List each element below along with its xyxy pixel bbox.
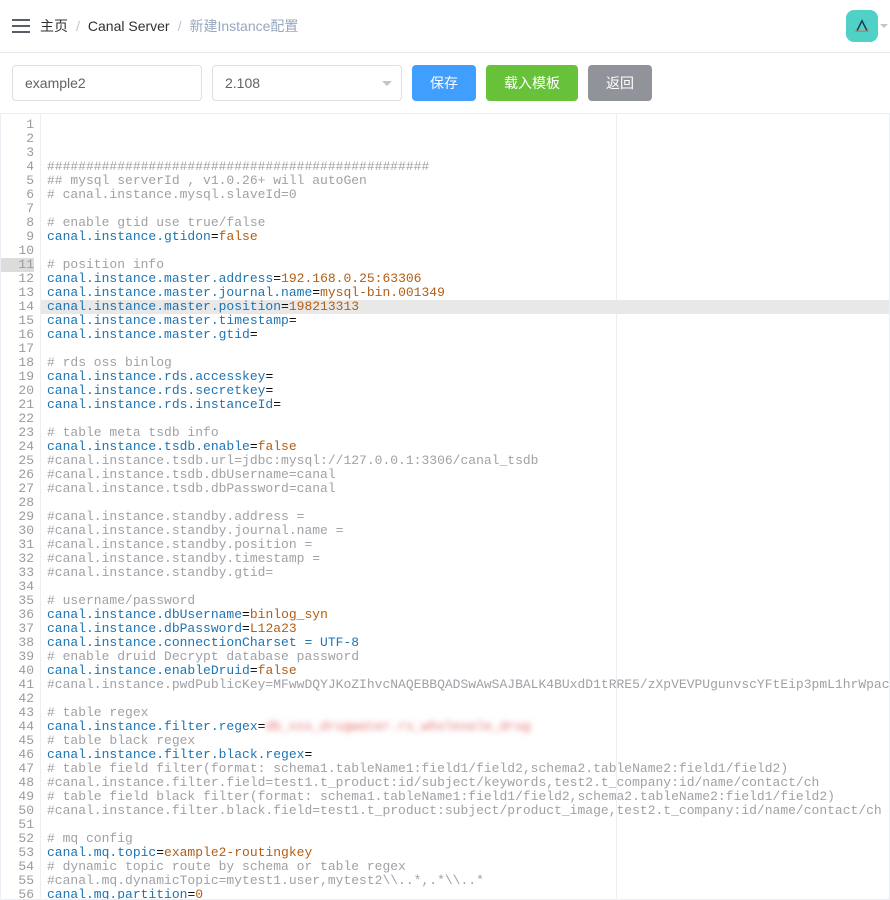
code-line[interactable] — [47, 692, 889, 706]
breadcrumb: 主页 / Canal Server / 新建Instance配置 — [40, 16, 298, 36]
code-line[interactable] — [47, 496, 889, 510]
code-line[interactable]: ########################################… — [47, 160, 889, 174]
code-line[interactable]: canal.instance.master.address=192.168.0.… — [47, 272, 889, 286]
code-line[interactable]: #canal.instance.standby.timestamp = — [47, 552, 889, 566]
code-line[interactable]: # username/password — [47, 594, 889, 608]
code-line[interactable]: # table regex — [47, 706, 889, 720]
code-line[interactable]: #canal.instance.standby.address = — [47, 510, 889, 524]
code-line[interactable]: canal.instance.master.position=198213313 — [41, 300, 889, 314]
editor-gutter: 1234567891011121314151617181920212223242… — [1, 114, 41, 899]
code-line[interactable]: canal.instance.rds.instanceId= — [47, 398, 889, 412]
code-line[interactable]: #canal.instance.standby.gtid= — [47, 566, 889, 580]
breadcrumb-home[interactable]: 主页 — [40, 16, 68, 36]
code-line[interactable]: canal.mq.topic=example2-routingkey — [47, 846, 889, 860]
code-line[interactable]: canal.mq.partition=0 — [47, 888, 889, 899]
user-badge[interactable] — [846, 10, 878, 42]
code-line[interactable] — [47, 580, 889, 594]
editor-content[interactable]: ########################################… — [41, 114, 889, 899]
code-editor[interactable]: 1234567891011121314151617181920212223242… — [0, 114, 890, 900]
code-line[interactable]: canal.instance.tsdb.enable=false — [47, 440, 889, 454]
instance-name-input[interactable] — [12, 65, 202, 101]
save-button[interactable]: 保存 — [412, 65, 476, 101]
breadcrumb-sep: / — [178, 18, 182, 34]
code-line[interactable]: # enable druid Decrypt database password — [47, 650, 889, 664]
code-line[interactable]: canal.instance.master.timestamp= — [47, 314, 889, 328]
code-line[interactable]: canal.instance.connectionCharset = UTF-8 — [47, 636, 889, 650]
code-line[interactable]: #canal.instance.filter.black.field=test1… — [47, 804, 889, 818]
code-line[interactable]: canal.instance.gtidon=false — [47, 230, 889, 244]
code-line[interactable] — [47, 202, 889, 216]
code-line[interactable]: # position info — [47, 258, 889, 272]
code-line[interactable]: canal.instance.dbUsername=binlog_syn — [47, 608, 889, 622]
code-line[interactable]: canal.instance.dbPassword=L12a23 — [47, 622, 889, 636]
back-button[interactable]: 返回 — [588, 65, 652, 101]
code-line[interactable]: canal.instance.enableDruid=false — [47, 664, 889, 678]
breadcrumb-sep: / — [76, 18, 80, 34]
code-line[interactable]: #canal.instance.standby.position = — [47, 538, 889, 552]
code-line[interactable]: #canal.instance.tsdb.url=jdbc:mysql://12… — [47, 454, 889, 468]
code-line[interactable]: # table black regex — [47, 734, 889, 748]
code-line[interactable]: canal.instance.rds.accesskey= — [47, 370, 889, 384]
code-line[interactable]: # table meta tsdb info — [47, 426, 889, 440]
load-template-button[interactable]: 载入模板 — [486, 65, 578, 101]
breadcrumb-server[interactable]: Canal Server — [88, 18, 170, 34]
code-line[interactable]: canal.instance.filter.regex=db_xxx_drugw… — [47, 720, 889, 734]
code-line[interactable] — [47, 342, 889, 356]
code-line[interactable]: #canal.mq.dynamicTopic=mytest1.user,myte… — [47, 874, 889, 888]
code-line[interactable]: # rds oss binlog — [47, 356, 889, 370]
code-line[interactable]: # table field black filter(format: schem… — [47, 790, 889, 804]
code-line[interactable]: ## mysql serverId , v1.0.26+ will autoGe… — [47, 174, 889, 188]
code-line[interactable]: #canal.instance.tsdb.dbPassword=canal — [47, 482, 889, 496]
code-line[interactable]: canal.instance.master.gtid= — [47, 328, 889, 342]
editor-vertical-split — [616, 114, 617, 899]
code-line[interactable]: canal.instance.filter.black.regex= — [47, 748, 889, 762]
code-line[interactable] — [47, 412, 889, 426]
code-line[interactable]: # table field filter(format: schema1.tab… — [47, 762, 889, 776]
code-line[interactable] — [47, 244, 889, 258]
breadcrumb-current: 新建Instance配置 — [189, 16, 298, 36]
code-line[interactable]: #canal.instance.tsdb.dbUsername=canal — [47, 468, 889, 482]
code-line[interactable]: #canal.instance.pwdPublicKey=MFwwDQYJKoZ… — [47, 678, 889, 692]
topbar: 主页 / Canal Server / 新建Instance配置 — [0, 0, 890, 53]
code-line[interactable] — [47, 818, 889, 832]
hamburger-icon[interactable] — [12, 19, 30, 33]
code-line[interactable]: #canal.instance.standby.journal.name = — [47, 524, 889, 538]
code-line[interactable]: canal.instance.rds.secretkey= — [47, 384, 889, 398]
version-select-input[interactable] — [212, 65, 402, 101]
code-line[interactable]: #canal.instance.filter.field=test1.t_pro… — [47, 776, 889, 790]
code-line[interactable]: # mq config — [47, 832, 889, 846]
code-line[interactable]: canal.instance.master.journal.name=mysql… — [47, 286, 889, 300]
topbar-left: 主页 / Canal Server / 新建Instance配置 — [12, 16, 298, 36]
version-select[interactable] — [212, 65, 402, 101]
code-line[interactable]: # dynamic topic route by schema or table… — [47, 860, 889, 874]
code-line[interactable]: # enable gtid use true/false — [47, 216, 889, 230]
toolbar: 保存 载入模板 返回 — [0, 53, 890, 114]
code-line[interactable]: # canal.instance.mysql.slaveId=0 — [47, 188, 889, 202]
canal-logo-icon — [853, 17, 871, 35]
